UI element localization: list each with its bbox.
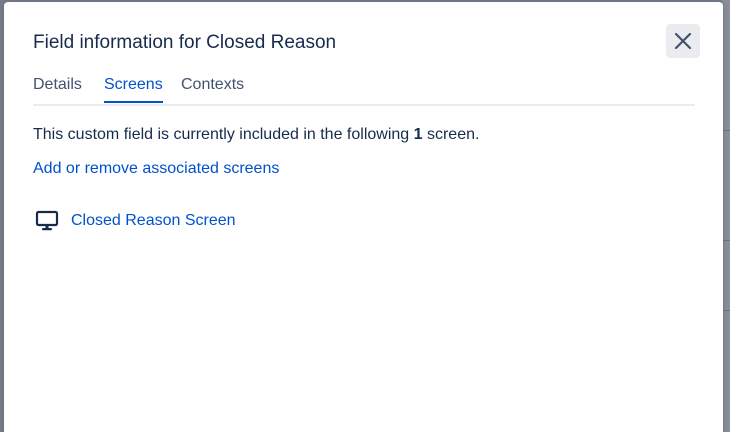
add-remove-screens-link[interactable]: Add or remove associated screens [33,160,279,178]
screen-list-item: Closed Reason Screen [35,208,236,234]
background-divider [722,240,730,241]
tab-screens[interactable]: Screens [104,76,163,103]
background-page [722,0,730,432]
screen-link[interactable]: Closed Reason Screen [71,212,236,230]
field-information-dialog: Field information for Closed Reason Deta… [4,2,723,432]
dialog-title: Field information for Closed Reason [33,32,337,53]
tab-bar: Details Screens Contexts [33,76,695,106]
tab-details[interactable]: Details [33,76,82,101]
screen-count: 1 [413,126,423,143]
tab-contexts[interactable]: Contexts [181,76,244,101]
close-icon [674,32,692,50]
screens-description: This custom field is currently included … [33,126,479,144]
description-prefix: This custom field is currently included … [33,126,414,143]
description-suffix: screen. [422,126,480,143]
close-button[interactable] [666,24,700,58]
background-divider [722,130,730,131]
background-divider [722,310,730,311]
monitor-icon [35,209,59,233]
